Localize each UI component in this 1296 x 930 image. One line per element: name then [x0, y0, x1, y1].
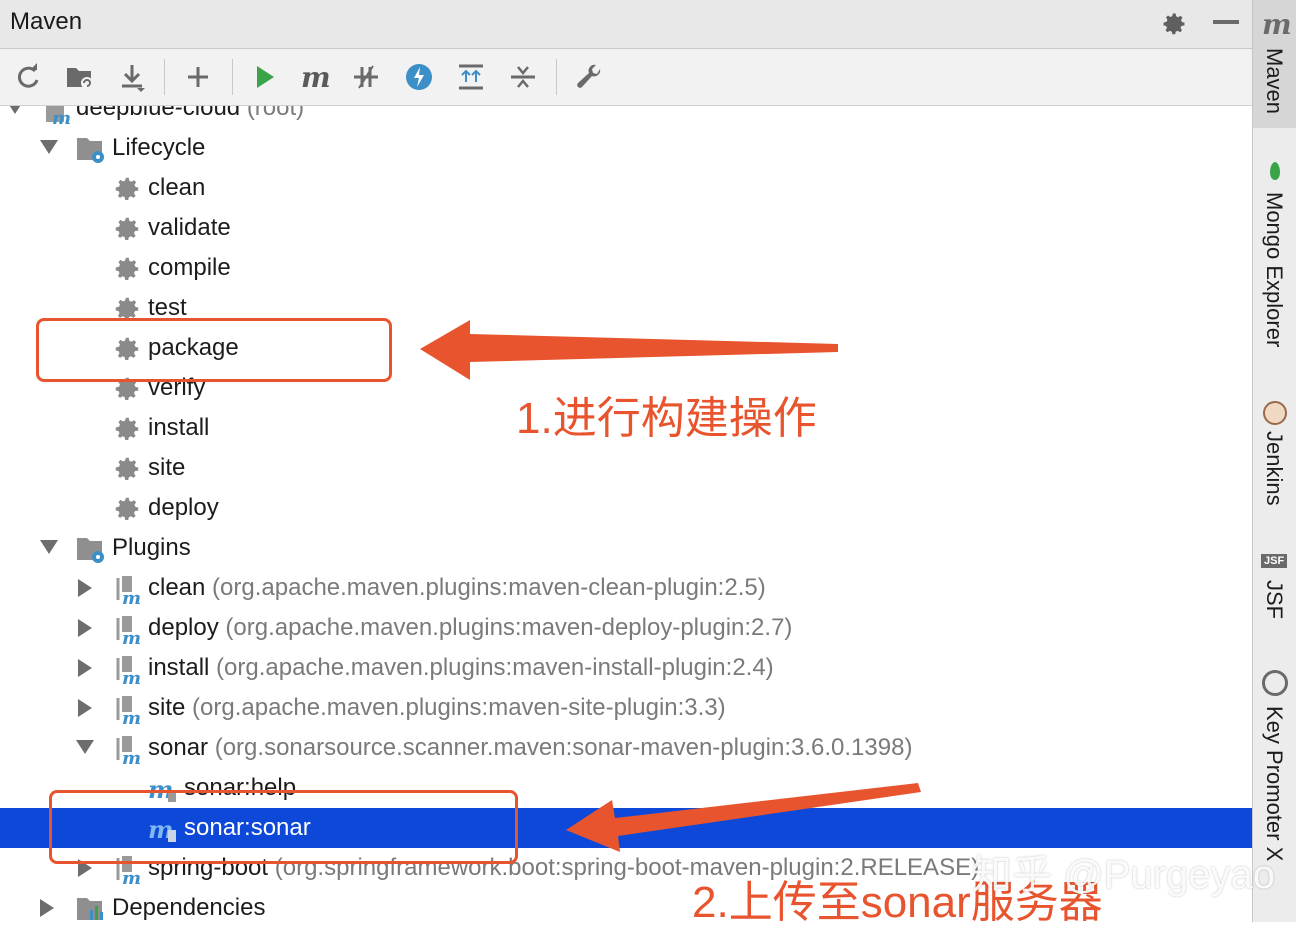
svg-text:m: m: [122, 708, 141, 724]
lifecycle-label: site: [148, 454, 186, 481]
svg-text:m: m: [122, 588, 141, 604]
maven-m-icon: m: [1262, 8, 1292, 41]
lifecycle-item-validate[interactable]: validate: [0, 208, 1252, 248]
jsf-badge-icon: JSF: [1261, 554, 1288, 568]
plugin-row-deploy[interactable]: m deploy (org.apache.maven.plugins:maven…: [0, 608, 1252, 649]
plugin-detail: (org.apache.maven.plugins:maven-install-…: [216, 654, 774, 681]
root-label: deepblue-cloud: [76, 106, 241, 121]
gear-icon: [112, 214, 142, 244]
plugin-detail: (org.apache.maven.plugins:maven-deploy-p…: [225, 614, 793, 641]
skip-tests-icon[interactable]: [403, 61, 435, 93]
watermark: 知乎 @Purgeyao: [972, 853, 1275, 897]
maven-settings-wrench-icon[interactable]: [574, 61, 606, 93]
plugin-row-site[interactable]: m site (org.apache.maven.plugins:maven-s…: [0, 688, 1252, 729]
highlight-box-sonar: [49, 790, 518, 864]
lifecycle-label: clean: [148, 174, 206, 201]
side-tab-jenkins[interactable]: Jenkins: [1253, 395, 1296, 525]
tool-window-header: Maven: [0, 0, 1252, 49]
side-tab-maven[interactable]: m Maven: [1253, 0, 1296, 128]
plugin-name: clean: [148, 574, 206, 601]
tree-row-plugins[interactable]: Plugins: [0, 528, 1252, 568]
side-tab-jsf[interactable]: JSF JSF: [1253, 548, 1296, 638]
dependencies-folder-icon: [76, 894, 106, 922]
gear-icon: [112, 254, 142, 284]
lifecycle-item-clean[interactable]: clean: [0, 168, 1252, 208]
jenkins-icon: [1263, 401, 1287, 425]
execute-goal-icon[interactable]: m: [298, 61, 330, 93]
generate-sources-icon[interactable]: [64, 61, 96, 93]
plugin-detail: (org.apache.maven.plugins:maven-site-plu…: [192, 694, 726, 721]
gear-icon: [112, 414, 142, 444]
highlight-box-package: [36, 318, 392, 382]
plugin-name: site: [148, 694, 186, 721]
maven-module-icon: m: [44, 106, 74, 129]
lifecycle-item-compile[interactable]: compile: [0, 248, 1252, 288]
tree-row-root[interactable]: m deepblue-cloud (root): [0, 106, 1252, 129]
maven-plugin-icon: m: [112, 654, 142, 689]
plugin-detail: (org.sonarsource.scanner.maven:sonar-mav…: [214, 734, 913, 761]
lifecycle-label: deploy: [148, 494, 219, 521]
plugin-name: sonar: [148, 734, 209, 761]
gear-icon: [112, 454, 142, 484]
key-promoter-icon: [1262, 670, 1288, 696]
side-tab-mongo-explorer[interactable]: Mongo Explorer: [1253, 150, 1296, 370]
gear-icon: [112, 494, 142, 524]
svg-text:m: m: [122, 748, 141, 764]
lifecycle-label: Lifecycle: [112, 134, 206, 161]
plugin-name: install: [148, 654, 210, 681]
download-icon[interactable]: [116, 61, 148, 93]
svg-text:m: m: [52, 108, 71, 124]
plugins-label: Plugins: [112, 534, 191, 561]
maven-plugin-icon: m: [112, 734, 142, 769]
lifecycle-label: validate: [148, 214, 231, 241]
toggle-offline-icon[interactable]: [350, 61, 382, 93]
maven-plugin-icon: m: [112, 694, 142, 729]
show-dependencies-icon[interactable]: [455, 61, 487, 93]
panel-title: Maven: [10, 8, 83, 35]
svg-text:m: m: [122, 668, 141, 684]
maven-plugin-icon: m: [112, 614, 142, 649]
svg-text:m: m: [122, 868, 141, 884]
right-tool-strip: m Maven Mongo Explorer Jenkins JSF JSF K…: [1252, 0, 1296, 922]
gear-icon: [112, 174, 142, 204]
tree-row-lifecycle[interactable]: Lifecycle: [0, 128, 1252, 168]
add-icon[interactable]: [182, 61, 214, 93]
collapse-all-icon[interactable]: [507, 61, 539, 93]
side-tab-label: Maven: [1262, 48, 1287, 115]
side-tab-label: Key Promoter X: [1262, 706, 1287, 862]
root-sub: (root): [246, 106, 305, 121]
minimize-icon[interactable]: [1213, 20, 1239, 24]
annotation-note-1: 1.进行构建操作: [516, 394, 817, 443]
plugin-detail: (org.apache.maven.plugins:maven-clean-pl…: [212, 574, 766, 601]
dependencies-label: Dependencies: [112, 894, 266, 921]
plugin-row-install[interactable]: m install (org.apache.maven.plugins:mave…: [0, 648, 1252, 689]
lifecycle-label: compile: [148, 254, 231, 281]
plugin-row-sonar[interactable]: m sonar (org.sonarsource.scanner.maven:s…: [0, 728, 1252, 769]
lifecycle-folder-icon: [76, 134, 106, 164]
lifecycle-item-site[interactable]: site: [0, 448, 1252, 488]
svg-text:m: m: [301, 62, 329, 92]
svg-text:m: m: [122, 628, 141, 644]
maven-toolbar: m: [0, 49, 1252, 106]
settings-gear-icon[interactable]: [1160, 10, 1188, 38]
maven-plugin-icon: m: [112, 574, 142, 609]
mongo-leaf-icon: [1270, 162, 1280, 180]
plugin-row-clean[interactable]: m clean (org.apache.maven.plugins:maven-…: [0, 568, 1252, 609]
lifecycle-item-deploy[interactable]: deploy: [0, 488, 1252, 528]
plugins-folder-icon: [76, 534, 106, 564]
side-tab-label: JSF: [1262, 580, 1287, 620]
side-tab-label: Mongo Explorer: [1262, 192, 1287, 348]
side-tab-label: Jenkins: [1262, 431, 1287, 506]
reload-icon[interactable]: [12, 61, 44, 93]
plugin-name: deploy: [148, 614, 219, 641]
lifecycle-label: install: [148, 414, 210, 441]
run-icon[interactable]: [248, 61, 280, 93]
